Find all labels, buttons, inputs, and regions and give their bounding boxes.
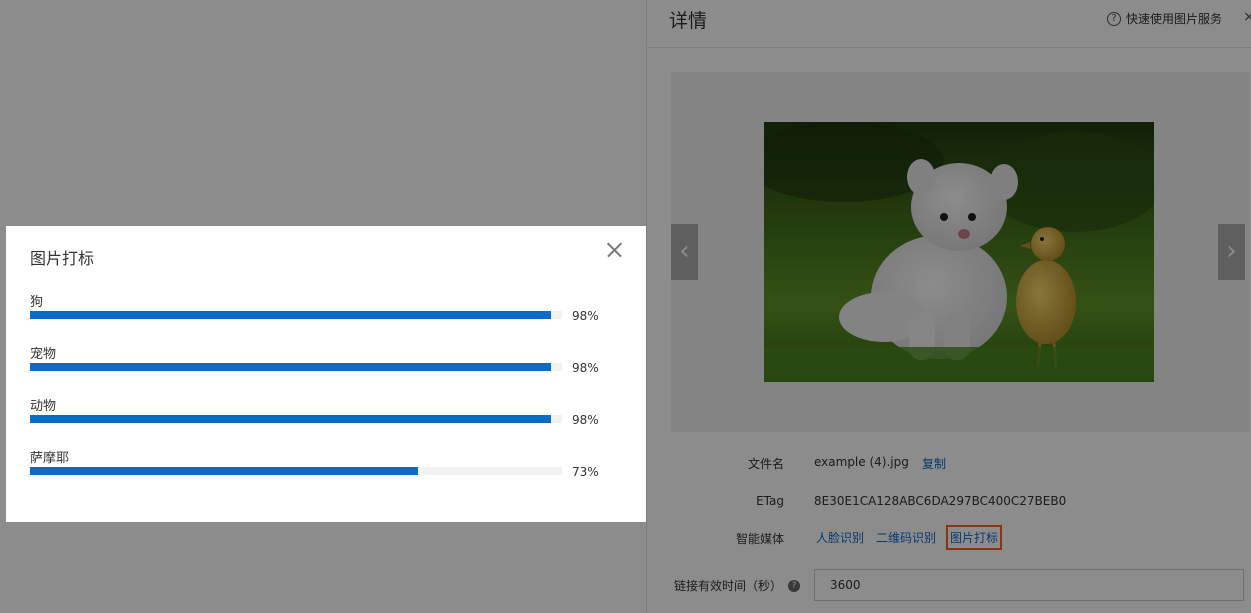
tag-name: 萨摩耶 (30, 451, 70, 466)
tag-item: 萨摩耶 73% (30, 447, 630, 499)
modal-title: 图片打标 (30, 249, 95, 268)
tag-percent: 73% (572, 465, 599, 479)
close-icon[interactable] (604, 240, 624, 260)
tag-progress-track (30, 311, 562, 319)
image-tagging-modal: 图片打标 狗 98% 宠物 98% 动物 98% 萨摩耶 73% (6, 226, 646, 522)
tag-progress-track (30, 415, 562, 423)
tag-item: 狗 98% (30, 291, 630, 343)
tag-name: 狗 (30, 295, 44, 310)
tag-progress-track (30, 467, 562, 475)
tag-percent: 98% (572, 361, 599, 375)
tag-progress-fill (30, 467, 419, 475)
tag-percent: 98% (572, 413, 599, 427)
tag-name: 动物 (30, 399, 57, 414)
tag-progress-fill (30, 311, 552, 319)
tag-percent: 98% (572, 309, 599, 323)
tag-progress-fill (30, 415, 552, 423)
tag-item: 动物 98% (30, 395, 630, 447)
tag-name: 宠物 (30, 347, 57, 362)
tag-item: 宠物 98% (30, 343, 630, 395)
tag-progress-fill (30, 363, 552, 371)
tag-progress-track (30, 363, 562, 371)
